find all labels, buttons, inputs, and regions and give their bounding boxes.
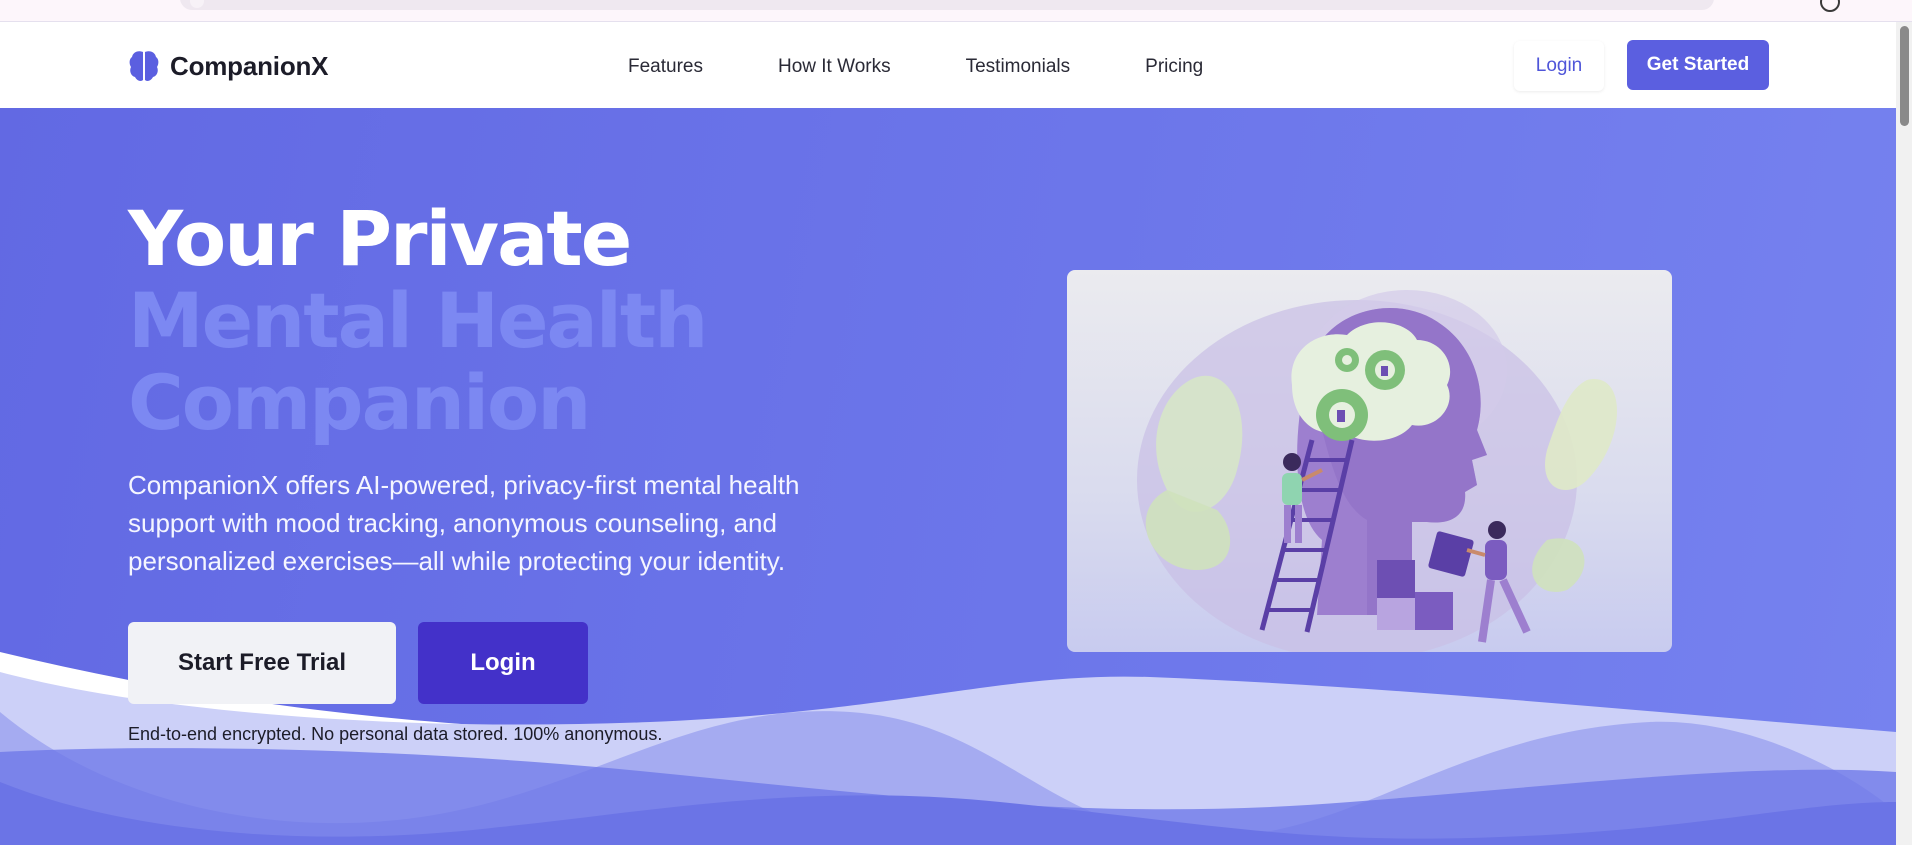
hero-description: CompanionX offers AI-powered, privacy-fi… bbox=[128, 470, 800, 576]
address-bar[interactable] bbox=[180, 0, 1714, 10]
hero-title: Your Private Mental Health Companion bbox=[128, 194, 708, 447]
nav-login-button[interactable]: Login bbox=[1514, 41, 1604, 91]
browser-toolbar bbox=[0, 0, 1912, 22]
brand-name: CompanionX bbox=[170, 50, 329, 81]
brand-logo[interactable]: CompanionX bbox=[128, 49, 329, 83]
hero-title-line-2: Mental Health bbox=[128, 276, 708, 365]
top-navigation: CompanionX Features How It Works Testimo… bbox=[0, 22, 1896, 108]
profile-icon[interactable] bbox=[1820, 0, 1840, 12]
brain-icon bbox=[129, 51, 159, 81]
nav-link-testimonials[interactable]: Testimonials bbox=[966, 56, 1071, 78]
scrollbar-thumb[interactable] bbox=[1900, 26, 1909, 126]
page-scrollbar[interactable] bbox=[1896, 22, 1912, 845]
hero-login-button[interactable]: Login bbox=[418, 622, 588, 704]
hero-title-line-1: Your Private bbox=[128, 194, 632, 283]
nav-links: Features How It Works Testimonials Prici… bbox=[628, 56, 1278, 78]
hero-section: Your Private Mental Health Companion Com… bbox=[0, 108, 1896, 845]
hero-title-line-3: Companion bbox=[128, 358, 591, 447]
hero-illustration bbox=[1067, 270, 1672, 652]
start-free-trial-button[interactable]: Start Free Trial bbox=[128, 622, 396, 704]
privacy-note: End-to-end encrypted. No personal data s… bbox=[128, 724, 663, 744]
nav-link-pricing[interactable]: Pricing bbox=[1145, 56, 1203, 78]
mental-health-head-illustration bbox=[1137, 290, 1617, 652]
nav-link-how-it-works[interactable]: How It Works bbox=[778, 56, 891, 78]
nav-link-features[interactable]: Features bbox=[628, 56, 703, 78]
get-started-button[interactable]: Get Started bbox=[1627, 40, 1769, 90]
